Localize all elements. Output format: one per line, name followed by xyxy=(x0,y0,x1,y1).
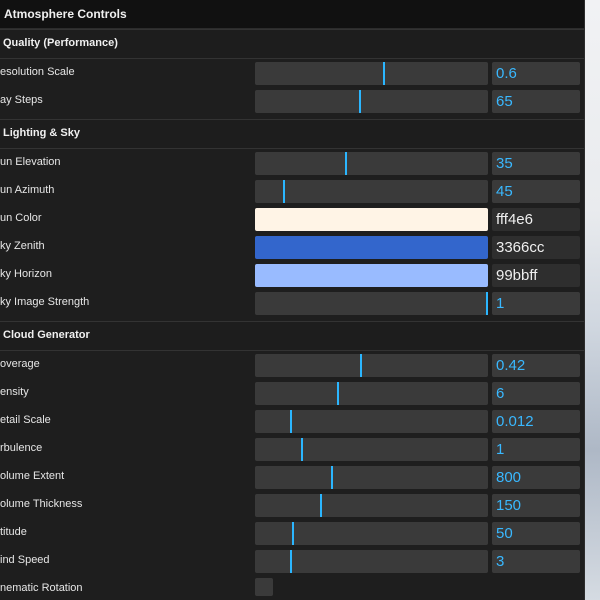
volume-thickness-value[interactable]: 150 xyxy=(492,494,580,517)
section-lighting[interactable]: Lighting & Sky xyxy=(0,119,584,149)
sky-horizon-hex[interactable]: 99bbff xyxy=(492,264,580,287)
turbulence-slider[interactable] xyxy=(255,438,488,461)
sky-image-strength-slider[interactable] xyxy=(255,292,488,315)
turbulence-value[interactable]: 1 xyxy=(492,438,580,461)
cinematic-rotation-row: nematic Rotation xyxy=(0,574,584,600)
wind-speed-row: ind Speed 3 xyxy=(0,546,584,574)
volume-extent-row: olume Extent 800 xyxy=(0,462,584,490)
density-slider-thumb[interactable] xyxy=(337,382,339,405)
ray-steps-value[interactable]: 65 xyxy=(492,90,580,113)
wind-speed-label: ind Speed xyxy=(0,554,50,566)
panel-title-bar[interactable]: Atmosphere Controls xyxy=(0,0,584,29)
sky-horizon-row: ky Horizon 99bbff xyxy=(0,260,584,288)
volume-extent-label: olume Extent xyxy=(0,470,65,482)
coverage-row: overage 0.42 xyxy=(0,350,584,378)
volume-thickness-row: olume Thickness 150 xyxy=(0,490,584,518)
sky-horizon-swatch[interactable] xyxy=(255,264,488,287)
detail-scale-slider[interactable] xyxy=(255,410,488,433)
resolution-scale-label: esolution Scale xyxy=(0,66,75,78)
sun-elevation-slider[interactable] xyxy=(255,152,488,175)
volume-thickness-slider-thumb[interactable] xyxy=(320,494,322,517)
coverage-label: overage xyxy=(0,358,40,370)
sun-color-swatch[interactable] xyxy=(255,208,488,231)
sun-color-row: un Color fff4e6 xyxy=(0,204,584,232)
section-cloud[interactable]: Cloud Generator xyxy=(0,321,584,351)
atmosphere-controls-panel: Atmosphere Controls Quality (Performance… xyxy=(0,0,585,600)
sun-elevation-label: un Elevation xyxy=(0,156,61,168)
density-label: ensity xyxy=(0,386,29,398)
sun-color-hex[interactable]: fff4e6 xyxy=(492,208,580,231)
altitude-slider-thumb[interactable] xyxy=(292,522,294,545)
sky-horizon-label: ky Horizon xyxy=(0,268,52,280)
sun-azimuth-slider[interactable] xyxy=(255,180,488,203)
resolution-scale-value[interactable]: 0.6 xyxy=(492,62,580,85)
ray-steps-row: ay Steps 65 xyxy=(0,86,584,114)
sky-zenith-label: ky Zenith xyxy=(0,240,45,252)
coverage-slider-thumb[interactable] xyxy=(360,354,362,377)
turbulence-label: rbulence xyxy=(0,442,43,454)
cinematic-rotation-checkbox[interactable] xyxy=(255,578,273,596)
detail-scale-label: etail Scale xyxy=(0,414,51,426)
sky-image-strength-slider-thumb[interactable] xyxy=(486,292,488,315)
sky-zenith-swatch[interactable] xyxy=(255,236,488,259)
detail-scale-slider-thumb[interactable] xyxy=(290,410,292,433)
ray-steps-slider[interactable] xyxy=(255,90,488,113)
turbulence-slider-thumb[interactable] xyxy=(301,438,303,461)
volume-extent-slider[interactable] xyxy=(255,466,488,489)
altitude-label: titude xyxy=(0,526,27,538)
sun-elevation-row: un Elevation 35 xyxy=(0,148,584,176)
coverage-slider[interactable] xyxy=(255,354,488,377)
section-quality-title: Quality (Performance) xyxy=(3,37,118,49)
sky-image-strength-row: ky Image Strength 1 xyxy=(0,288,584,316)
scene-preview-edge xyxy=(584,0,600,600)
wind-speed-slider[interactable] xyxy=(255,550,488,573)
density-slider[interactable] xyxy=(255,382,488,405)
section-quality[interactable]: Quality (Performance) xyxy=(0,29,584,59)
wind-speed-slider-thumb[interactable] xyxy=(290,550,292,573)
altitude-slider[interactable] xyxy=(255,522,488,545)
volume-thickness-slider[interactable] xyxy=(255,494,488,517)
resolution-scale-slider[interactable] xyxy=(255,62,488,85)
sun-color-label: un Color xyxy=(0,212,42,224)
ray-steps-slider-thumb[interactable] xyxy=(359,90,361,113)
density-row: ensity 6 xyxy=(0,378,584,406)
sun-azimuth-value[interactable]: 45 xyxy=(492,180,580,203)
sky-image-strength-value[interactable]: 1 xyxy=(492,292,580,315)
resolution-scale-slider-thumb[interactable] xyxy=(383,62,385,85)
detail-scale-value[interactable]: 0.012 xyxy=(492,410,580,433)
density-value[interactable]: 6 xyxy=(492,382,580,405)
section-lighting-title: Lighting & Sky xyxy=(3,127,80,139)
volume-thickness-label: olume Thickness xyxy=(0,498,83,510)
volume-extent-value[interactable]: 800 xyxy=(492,466,580,489)
volume-extent-slider-thumb[interactable] xyxy=(331,466,333,489)
sky-zenith-hex[interactable]: 3366cc xyxy=(492,236,580,259)
sun-azimuth-slider-thumb[interactable] xyxy=(283,180,285,203)
turbulence-row: rbulence 1 xyxy=(0,434,584,462)
altitude-value[interactable]: 50 xyxy=(492,522,580,545)
sun-azimuth-row: un Azimuth 45 xyxy=(0,176,584,204)
panel-title: Atmosphere Controls xyxy=(4,7,127,21)
sky-image-strength-label: ky Image Strength xyxy=(0,296,90,308)
sun-elevation-slider-thumb[interactable] xyxy=(345,152,347,175)
section-cloud-title: Cloud Generator xyxy=(3,329,90,341)
sky-zenith-row: ky Zenith 3366cc xyxy=(0,232,584,260)
resolution-scale-row: esolution Scale 0.6 xyxy=(0,58,584,86)
altitude-row: titude 50 xyxy=(0,518,584,546)
ray-steps-label: ay Steps xyxy=(0,94,43,106)
wind-speed-value[interactable]: 3 xyxy=(492,550,580,573)
sun-azimuth-label: un Azimuth xyxy=(0,184,55,196)
cinematic-rotation-label: nematic Rotation xyxy=(0,582,83,594)
sun-elevation-value[interactable]: 35 xyxy=(492,152,580,175)
coverage-value[interactable]: 0.42 xyxy=(492,354,580,377)
detail-scale-row: etail Scale 0.012 xyxy=(0,406,584,434)
